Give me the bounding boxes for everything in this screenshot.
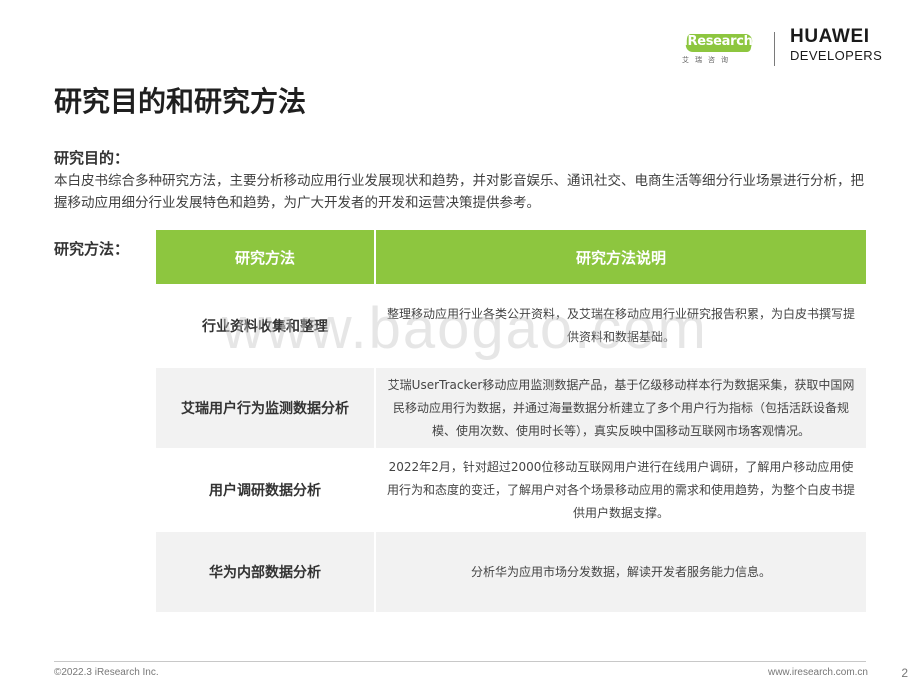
- header-method: 研究方法: [156, 230, 374, 284]
- method-description: 艾瑞UserTracker移动应用监测数据产品，基于亿级移动样本行为数据采集，获…: [376, 368, 866, 448]
- method-description: 分析华为应用市场分发数据，解读开发者服务能力信息。: [376, 532, 866, 612]
- logo-divider: [774, 32, 775, 66]
- footer-divider: [54, 661, 866, 662]
- table-row: 华为内部数据分析 分析华为应用市场分发数据，解读开发者服务能力信息。: [156, 532, 866, 612]
- method-description: 2022年2月，针对超过2000位移动互联网用户进行在线用户调研，了解用户移动应…: [376, 450, 866, 530]
- purpose-text: 本白皮书综合多种研究方法，主要分析移动应用行业发展现状和趋势，并对影音娱乐、通讯…: [54, 170, 874, 214]
- method-description: 整理移动应用行业各类公开资料，及艾瑞在移动应用行业研究报告积累，为白皮书撰写提供…: [376, 286, 866, 366]
- footer-copyright: ©2022.3 iResearch Inc.: [54, 667, 159, 678]
- table-row: 用户调研数据分析 2022年2月，针对超过2000位移动互联网用户进行在线用户调…: [156, 450, 866, 530]
- iresearch-logo-text: iResearch: [680, 34, 756, 49]
- huawei-developers-logo: HUAWEI DEVELOPERS: [790, 26, 900, 64]
- huawei-logo-line1: HUAWEI: [790, 26, 900, 48]
- method-name: 艾瑞用户行为监测数据分析: [156, 368, 374, 448]
- method-name: 行业资料收集和整理: [156, 286, 374, 366]
- method-label: 研究方法：: [54, 238, 129, 259]
- page-number: 2: [901, 666, 908, 680]
- page-title: 研究目的和研究方法: [54, 80, 306, 120]
- methods-table: 研究方法 研究方法说明 行业资料收集和整理 整理移动应用行业各类公开资料，及艾瑞…: [156, 230, 866, 612]
- method-name: 用户调研数据分析: [156, 450, 374, 530]
- table-header: 研究方法 研究方法说明: [156, 230, 866, 284]
- table-row: 艾瑞用户行为监测数据分析 艾瑞UserTracker移动应用监测数据产品，基于亿…: [156, 368, 866, 448]
- iresearch-logo-subtext: 艾瑞咨询: [682, 55, 756, 65]
- iresearch-logo: iResearch 艾瑞咨询: [680, 28, 756, 66]
- table-row: 行业资料收集和整理 整理移动应用行业各类公开资料，及艾瑞在移动应用行业研究报告积…: [156, 286, 866, 366]
- purpose-label: 研究目的：: [54, 147, 129, 168]
- header-description: 研究方法说明: [376, 230, 866, 284]
- footer-url: www.iresearch.com.cn: [768, 667, 868, 678]
- method-name: 华为内部数据分析: [156, 532, 374, 612]
- huawei-logo-line2: DEVELOPERS: [790, 48, 900, 64]
